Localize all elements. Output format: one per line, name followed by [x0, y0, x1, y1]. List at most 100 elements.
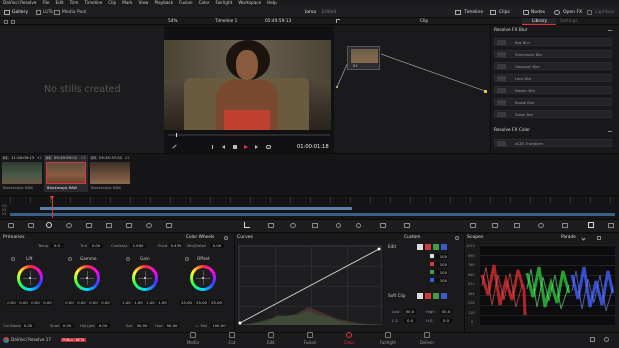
playhead-marker-icon[interactable]	[50, 196, 54, 200]
soft-clip-hs[interactable]: 0.0	[440, 318, 452, 323]
green-channel-button[interactable]	[433, 244, 439, 250]
tool-icon[interactable]	[404, 223, 410, 228]
settings-tab-label[interactable]: Settings	[560, 19, 578, 24]
tool-icon[interactable]	[336, 223, 341, 228]
reset-icon[interactable]	[68, 257, 72, 261]
timeline-clip-bar[interactable]	[40, 207, 352, 210]
offset-value[interactable]: 25.00	[195, 300, 208, 305]
header-timecode[interactable]: 05:49:59:13	[265, 19, 291, 24]
menu-item[interactable]: File	[42, 1, 49, 5]
gamma-value[interactable]: 0.00	[76, 300, 87, 305]
gamma-value[interactable]: 0.00	[100, 300, 111, 305]
green-channel-button[interactable]	[433, 293, 439, 299]
tool-icon[interactable]	[514, 223, 520, 228]
tool-icon[interactable]	[356, 223, 361, 228]
tool-icon[interactable]	[126, 223, 132, 228]
l-mix-field[interactable]: 100.00	[211, 323, 227, 328]
shad-field[interactable]: 0.00	[60, 323, 74, 328]
tool-icon[interactable]	[608, 223, 614, 228]
tool-icon[interactable]	[146, 223, 152, 228]
reset-icon[interactable]	[185, 257, 189, 261]
window-icon[interactable]	[290, 223, 296, 228]
fx-item[interactable]: Gaussian Blur	[494, 62, 612, 70]
soft-clip-high[interactable]: 50.0	[440, 309, 452, 314]
curves-mode[interactable]: Custom	[404, 235, 420, 240]
edit-page-tab[interactable]: Edit	[256, 332, 286, 345]
tool-icon[interactable]	[562, 223, 568, 228]
grid-view-icon[interactable]	[4, 19, 8, 24]
menu-item[interactable]: Color	[199, 1, 210, 5]
nodes-button[interactable]: Nodes	[531, 10, 545, 16]
contrast-field[interactable]: 1.000	[130, 243, 146, 248]
open-fx-button[interactable]: Open FX	[563, 10, 582, 16]
color-page-tab[interactable]: Color	[334, 332, 364, 345]
deliver-page-tab[interactable]: Deliver	[412, 332, 442, 345]
menu-item[interactable]: Fusion	[179, 1, 192, 5]
link-button[interactable]	[417, 244, 423, 250]
menu-item[interactable]: Clip	[108, 1, 116, 5]
scrub-handle[interactable]	[176, 133, 177, 137]
timeline-ruler[interactable]	[10, 197, 619, 203]
sat-field[interactable]: 50.00	[135, 323, 149, 328]
red-channel-button[interactable]	[425, 244, 431, 250]
menu-item[interactable]: Mark	[122, 1, 132, 5]
lift-value[interactable]: 0.00	[30, 300, 41, 305]
hue-field[interactable]: 50.00	[165, 323, 179, 328]
tool-icon[interactable]	[380, 223, 386, 228]
clip-thumbnail[interactable]: 03 05:35:37:02 V1 Blackmagic RAW	[90, 155, 132, 192]
timeline-button[interactable]: Timeline	[464, 10, 483, 16]
qualifier-icon[interactable]	[268, 223, 274, 228]
clip-mode-select[interactable]: Clip	[420, 19, 428, 24]
tool-icon[interactable]	[492, 223, 498, 228]
list-view-icon[interactable]	[11, 19, 15, 24]
tool-icon[interactable]	[470, 223, 476, 228]
timeline-track-bar[interactable]	[10, 213, 615, 216]
menu-item[interactable]: Workspace	[238, 1, 261, 5]
tint-field[interactable]: 0.00	[89, 243, 103, 248]
expand-icon[interactable]	[597, 236, 601, 240]
scopes-mode[interactable]: Parade	[561, 235, 576, 240]
channel-intensity[interactable]: 100	[435, 262, 448, 267]
pivot-field[interactable]: 0.435	[169, 243, 183, 248]
menu-item[interactable]: Trim	[70, 1, 79, 5]
pointer-icon[interactable]	[336, 19, 340, 23]
lift-value[interactable]: 0.00	[18, 300, 29, 305]
tool-icon[interactable]	[538, 223, 544, 228]
media-pool-button[interactable]: Media Pool	[62, 10, 86, 16]
curves-tool-icon[interactable]	[244, 222, 250, 228]
gain-value[interactable]: 1.00	[145, 300, 156, 305]
fusion-page-tab[interactable]: Fusion	[295, 332, 325, 345]
home-icon[interactable]	[590, 337, 595, 342]
clip-thumbnail-selected[interactable]: 02 05:49:59:01 V1 Blackmagic RAW	[44, 155, 88, 192]
menu-item[interactable]: View	[139, 1, 149, 5]
soft-clip-ls[interactable]: 0.0	[404, 318, 416, 323]
play-icon[interactable]	[244, 145, 248, 149]
channel-intensity[interactable]: 100	[435, 270, 448, 275]
luts-button[interactable]: LUTs	[43, 10, 53, 16]
blue-channel-button[interactable]	[441, 293, 447, 299]
tool-icon[interactable]	[66, 223, 72, 228]
gain-value[interactable]: 1.00	[133, 300, 144, 305]
cut-page-tab[interactable]: Cut	[217, 332, 247, 345]
fx-item[interactable]: Lens Blur	[494, 74, 612, 82]
lift-value[interactable]: 0.00	[6, 300, 17, 305]
lift-wheel[interactable]	[17, 265, 43, 291]
fx-item[interactable]: ACES Transform	[494, 139, 612, 147]
tool-icon[interactable]	[8, 223, 14, 228]
loop-icon[interactable]	[266, 145, 271, 149]
menu-item[interactable]: Help	[267, 1, 277, 5]
fx-item[interactable]: Zoom Blur	[494, 110, 612, 118]
menu-item[interactable]: Playback	[154, 1, 173, 5]
first-frame-icon[interactable]	[212, 145, 216, 149]
next-frame-icon[interactable]	[255, 145, 258, 149]
offset-value[interactable]: 25.00	[210, 300, 223, 305]
gamma-value[interactable]: 0.00	[88, 300, 99, 305]
blue-channel-button[interactable]	[441, 244, 447, 250]
col-boost-field[interactable]: 0.00	[21, 323, 35, 328]
primaries-mode[interactable]: Color Wheels	[186, 235, 214, 240]
link-button[interactable]	[417, 293, 423, 299]
reset-icon[interactable]	[224, 236, 228, 240]
soft-clip-low[interactable]: 50.0	[404, 309, 416, 314]
menu-item[interactable]: Fairlight	[216, 1, 233, 5]
tool-icon[interactable]	[166, 223, 172, 228]
